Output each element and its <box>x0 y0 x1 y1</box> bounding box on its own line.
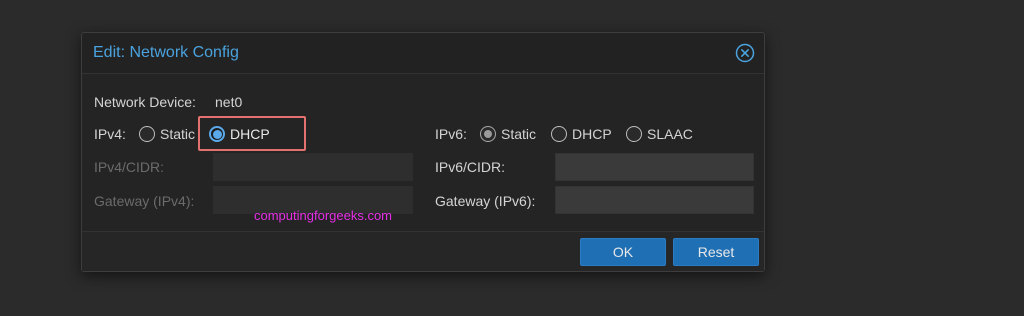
dhcp-highlight-box <box>198 116 306 151</box>
ipv4-cidr-input[interactable] <box>213 153 413 181</box>
ipv6-cidr-label: IPv6/CIDR: <box>435 159 506 175</box>
close-icon[interactable] <box>735 43 755 63</box>
ipv4-static-radio[interactable]: Static <box>139 124 195 144</box>
network-device-value: net0 <box>215 94 243 110</box>
watermark-text: computingforgeeks.com <box>254 208 393 223</box>
reset-button[interactable]: Reset <box>673 238 759 266</box>
dialog-title: Edit: Network Config <box>93 44 239 61</box>
ipv6-cidr-input[interactable] <box>555 153 754 181</box>
ipv6-static-radio[interactable]: Static <box>480 124 536 144</box>
ipv6-dhcp-radio[interactable]: DHCP <box>551 124 612 144</box>
network-device-label: Network Device: <box>94 94 196 110</box>
ipv6-dhcp-label: DHCP <box>572 126 612 142</box>
ipv6-label: IPv6: <box>435 126 467 142</box>
network-config-dialog: Edit: Network Config Network Device: net… <box>81 32 765 272</box>
ok-button[interactable]: OK <box>580 238 666 266</box>
ipv4-cidr-label: IPv4/CIDR: <box>94 159 165 175</box>
ipv6-slaac-label: SLAAC <box>647 126 693 142</box>
ipv6-gateway-label: Gateway (IPv6): <box>435 193 536 209</box>
ipv6-slaac-radio[interactable]: SLAAC <box>626 124 693 144</box>
ipv6-static-label: Static <box>501 126 537 142</box>
ipv6-gateway-input[interactable] <box>555 186 754 214</box>
dialog-titlebar: Edit: Network Config <box>82 33 764 74</box>
radio-unchecked-icon <box>626 126 642 142</box>
ipv4-label: IPv4: <box>94 126 126 142</box>
radio-checked-icon <box>480 126 496 142</box>
ipv4-static-label: Static <box>160 126 196 142</box>
ipv4-gateway-label: Gateway (IPv4): <box>94 193 195 209</box>
radio-unchecked-icon <box>139 126 155 142</box>
radio-unchecked-icon <box>551 126 567 142</box>
